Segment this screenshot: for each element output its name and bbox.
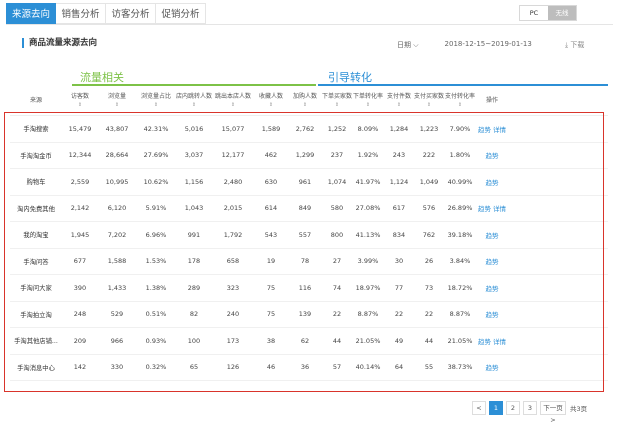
column-header-label: 下单买家数 [322, 92, 353, 100]
date-granularity-select[interactable]: 日期 ⌵ [397, 40, 419, 50]
page-3-button[interactable]: 3 [523, 401, 537, 415]
tab-source-direction[interactable]: 来源去向 [6, 3, 56, 24]
column-header[interactable]: 跳出本店人数 ⇕ [212, 93, 254, 109]
column-header[interactable]: 店内跳转人数 ⇕ [176, 93, 212, 109]
pagination: < 1 2 3 下一页> 共3页 [472, 401, 588, 424]
column-header-label: 支付买家数 [414, 92, 445, 100]
sort-icon[interactable]: ⇕ [254, 101, 288, 109]
column-header-label: 来源 [29, 96, 42, 104]
column-header[interactable]: 支付买家数 ⇕ [414, 93, 444, 109]
group-conversion-title: 引导转化 [328, 71, 372, 84]
sort-icon[interactable]: ⇕ [444, 101, 476, 109]
download-button[interactable]: ⤓ 下载 [565, 40, 584, 50]
column-header-label: 支付件数 [386, 92, 411, 100]
column-header-label: 跳出本店人数 [214, 92, 251, 100]
date-granularity-label: 日期 [397, 41, 411, 49]
next-page-button[interactable]: 下一页> [540, 401, 566, 424]
total-pages: 共3页 [570, 405, 588, 413]
column-header-label: 下单转化率 [352, 92, 383, 100]
column-header-label: 浏览量 [107, 92, 126, 100]
device-wireless-button[interactable]: 无线 [548, 6, 576, 20]
column-header[interactable]: 访客数 ⇕ [62, 93, 98, 109]
column-header[interactable]: 支付转化率 ⇕ [444, 93, 476, 109]
column-header-label: 店内跳转人数 [176, 92, 213, 100]
column-header[interactable]: 支付件数 ⇕ [384, 93, 414, 109]
chevron-down-icon: ⌵ [413, 41, 419, 49]
highlight-box [4, 112, 604, 392]
sort-icon[interactable]: ⇕ [136, 101, 176, 109]
sort-icon[interactable]: ⇕ [322, 101, 352, 109]
tab-divider [6, 24, 613, 25]
sort-icon[interactable]: ⇕ [288, 101, 322, 109]
tab-promotion-analysis[interactable]: 促销分析 [156, 3, 206, 24]
column-header: 操作 [476, 97, 508, 105]
page-1-button[interactable]: 1 [489, 401, 503, 415]
column-header[interactable]: 浏览量 ⇕ [98, 93, 136, 109]
column-header-label: 访客数 [70, 92, 89, 100]
download-icon: ⤓ [565, 41, 569, 49]
sort-icon[interactable]: ⇕ [384, 101, 414, 109]
sort-icon[interactable]: ⇕ [62, 101, 98, 109]
sort-icon[interactable]: ⇕ [352, 101, 384, 109]
prev-page-button[interactable]: < [472, 401, 486, 415]
column-header: 来源 [10, 97, 62, 105]
sort-icon[interactable]: ⇕ [414, 101, 444, 109]
column-header[interactable]: 加购人数 ⇕ [288, 93, 322, 109]
column-header-label: 收藏人数 [258, 92, 283, 100]
top-tabs: 来源去向 销售分析 访客分析 促销分析 [6, 3, 206, 25]
page-2-button[interactable]: 2 [506, 401, 520, 415]
column-header-label: 加购人数 [292, 92, 317, 100]
group-traffic-title: 流量相关 [80, 71, 124, 84]
column-header[interactable]: 收藏人数 ⇕ [254, 93, 288, 109]
sort-icon[interactable]: ⇕ [212, 101, 254, 109]
column-header-label: 浏览量占比 [140, 92, 171, 100]
column-header[interactable]: 下单买家数 ⇕ [322, 93, 352, 109]
download-label: 下载 [570, 41, 585, 49]
tab-sales-analysis[interactable]: 销售分析 [56, 3, 106, 24]
column-header-label: 支付转化率 [444, 92, 475, 100]
column-header[interactable]: 浏览量占比 ⇕ [136, 93, 176, 109]
section-title: 商品流量来源去向 [22, 38, 97, 48]
column-header-label: 操作 [485, 96, 498, 104]
date-range[interactable]: 2018-12-15~2019-01-13 [445, 40, 532, 50]
device-pc-button[interactable]: PC [520, 6, 548, 20]
column-header[interactable]: 下单转化率 ⇕ [352, 93, 384, 109]
date-controls: 日期 ⌵ 2018-12-15~2019-01-13 [397, 40, 532, 50]
tab-visitor-analysis[interactable]: 访客分析 [106, 3, 156, 24]
sort-icon[interactable]: ⇕ [176, 101, 212, 109]
sort-icon[interactable]: ⇕ [98, 101, 136, 109]
device-toggle: PC 无线 [519, 5, 577, 21]
